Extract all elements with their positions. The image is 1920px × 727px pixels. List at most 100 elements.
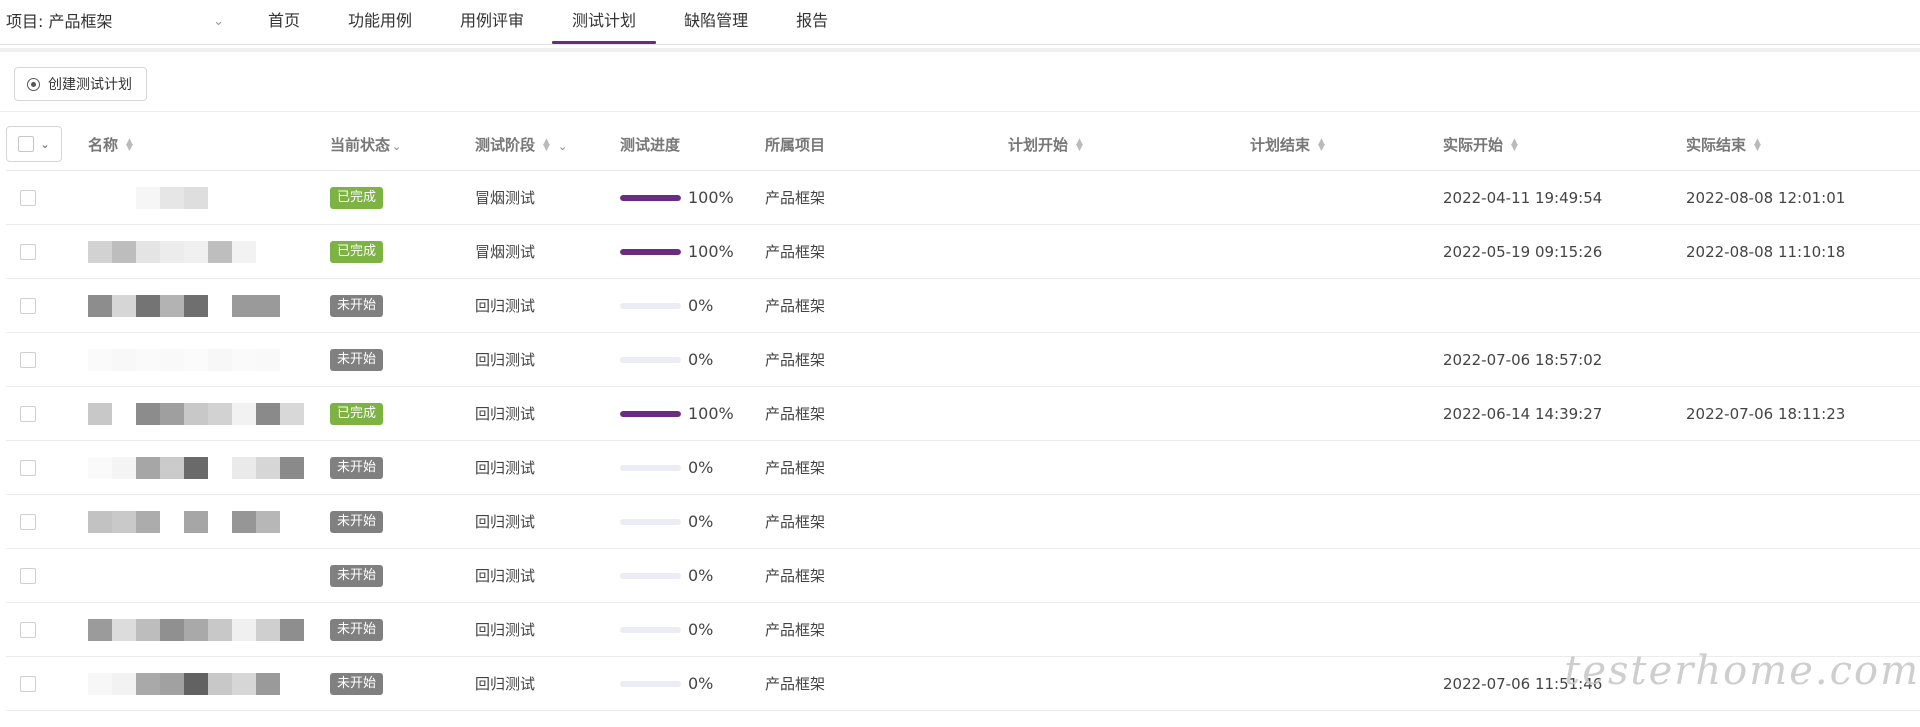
progress-text: 0% <box>688 458 714 477</box>
sort-icon[interactable]: ▲ ▼ <box>1076 138 1083 153</box>
row-checkbox[interactable] <box>20 459 36 476</box>
plan-name-cell[interactable] <box>88 602 330 657</box>
plan-name-cell[interactable] <box>88 656 330 711</box>
progress-cell: 0% <box>620 278 765 333</box>
column-header-actual-start[interactable]: 实际开始 ▲ ▼ <box>1443 118 1686 171</box>
progress-fill <box>620 194 681 201</box>
chevron-down-icon: ⌄ <box>213 14 224 29</box>
stage-cell: 回归测试 <box>475 602 620 657</box>
actual-end-cell <box>1686 548 1920 603</box>
row-select-cell <box>6 548 88 603</box>
row-select-cell <box>6 332 88 387</box>
row-checkbox[interactable] <box>20 351 36 368</box>
filter-dropdown-icon[interactable]: ⌄ <box>392 140 401 153</box>
plan-name-cell[interactable] <box>88 278 330 333</box>
row-select-cell <box>6 656 88 711</box>
row-select-cell <box>6 494 88 549</box>
plan-name-cell[interactable] <box>88 494 330 549</box>
progress-bar <box>620 464 681 471</box>
top-nav-bar: 项目: 产品框架 ⌄ 首页 功能用例 用例评审 测试计划 缺陷管理 报告 <box>0 0 1920 45</box>
status-cell: 未开始 <box>330 656 475 711</box>
status-cell: 未开始 <box>330 494 475 549</box>
status-cell: 已完成 <box>330 224 475 279</box>
table-row[interactable]: 已完成 回归测试 100% 产品框架 2022-06-14 14:39:27 2022-0… <box>6 386 1920 441</box>
progress-text: 100% <box>688 188 734 207</box>
tab-1[interactable]: 功能用例 <box>328 0 432 44</box>
plan-end-cell <box>1250 440 1443 495</box>
tab-0[interactable]: 首页 <box>248 0 320 44</box>
stage-cell: 回归测试 <box>475 440 620 495</box>
progress-fill <box>620 248 681 255</box>
status-badge: 未开始 <box>330 510 384 533</box>
row-checkbox[interactable] <box>20 243 36 260</box>
project-cell: 产品框架 <box>765 170 1008 225</box>
row-checkbox[interactable] <box>20 621 36 638</box>
plan-start-cell <box>1008 602 1250 657</box>
select-all-dropdown[interactable]: ⌄ <box>6 126 62 162</box>
tab-5[interactable]: 报告 <box>776 0 848 44</box>
progress-bar <box>620 302 681 309</box>
progress-bar <box>620 194 681 201</box>
sort-icon[interactable]: ▲ ▼ <box>1511 138 1518 153</box>
project-selector[interactable]: 项目: 产品框架 ⌄ <box>6 10 224 34</box>
select-all-checkbox[interactable] <box>18 136 35 152</box>
tab-3[interactable]: 测试计划 <box>552 0 657 44</box>
sort-icon[interactable]: ▲ ▼ <box>1754 138 1761 153</box>
row-checkbox[interactable] <box>20 297 36 314</box>
table-row[interactable]: 未开始 回归测试 0% 产品框架 <box>6 548 1920 603</box>
main-tabs: 首页 功能用例 用例评审 测试计划 缺陷管理 报告 <box>248 0 856 44</box>
sort-icon[interactable]: ▲ ▼ <box>543 138 550 153</box>
stage-cell: 回归测试 <box>475 386 620 441</box>
column-header-plan-start[interactable]: 计划开始 ▲ ▼ <box>1008 118 1250 171</box>
column-header-plan-end[interactable]: 计划结束 ▲ ▼ <box>1250 118 1443 171</box>
table-row[interactable]: 未开始 回归测试 0% 产品框架 <box>6 278 1920 333</box>
create-test-plan-button[interactable]: 创建测试计划 <box>14 67 147 101</box>
plan-name-cell[interactable] <box>88 332 330 387</box>
plan-name-cell[interactable] <box>88 440 330 495</box>
redacted-name <box>88 510 330 533</box>
plan-name-cell[interactable] <box>88 170 330 225</box>
actual-start-cell <box>1443 494 1686 549</box>
actual-end-cell: 2022-07-06 18:11:23 <box>1686 386 1920 441</box>
plan-name-cell[interactable] <box>88 224 330 279</box>
table-row[interactable]: 未开始 回归测试 0% 产品框架 <box>6 440 1920 495</box>
progress-bar <box>620 572 681 579</box>
progress-cell: 0% <box>620 494 765 549</box>
progress-bar <box>620 680 681 687</box>
column-header-actual-end[interactable]: 实际结束 ▲ ▼ <box>1686 118 1920 171</box>
table-row[interactable]: 未开始 回归测试 0% 产品框架 2022-07-06 18:57:02 <box>6 332 1920 387</box>
table-row[interactable]: 未开始 回归测试 0% 产品框架 <box>6 494 1920 549</box>
row-checkbox[interactable] <box>20 675 36 692</box>
status-cell: 未开始 <box>330 602 475 657</box>
row-checkbox[interactable] <box>20 567 36 584</box>
sort-icon[interactable]: ▲ ▼ <box>1318 138 1325 153</box>
plan-name-cell[interactable] <box>88 548 330 603</box>
tab-4[interactable]: 缺陷管理 <box>664 0 768 44</box>
actual-start-cell <box>1443 440 1686 495</box>
redacted-name <box>88 240 330 263</box>
row-select-cell <box>6 278 88 333</box>
row-checkbox[interactable] <box>20 513 36 530</box>
project-cell: 产品框架 <box>765 548 1008 603</box>
table-row[interactable]: 已完成 冒烟测试 100% 产品框架 2022-04-11 19:49:54 2022-0… <box>6 170 1920 225</box>
row-checkbox[interactable] <box>20 189 36 206</box>
actual-end-cell: 2022-08-08 12:01:01 <box>1686 170 1920 225</box>
column-header-name[interactable]: 名称 ▲ ▼ <box>88 118 330 171</box>
plan-name-cell[interactable] <box>88 386 330 441</box>
select-all-cell: ⌄ <box>6 118 88 171</box>
plan-start-cell <box>1008 440 1250 495</box>
column-header-status[interactable]: 当前状态 ⌄ <box>330 118 475 171</box>
filter-dropdown-icon[interactable]: ⌄ <box>558 140 567 153</box>
table-row[interactable]: 已完成 冒烟测试 100% 产品框架 2022-05-19 09:15:26 2022-0… <box>6 224 1920 279</box>
stage-cell: 冒烟测试 <box>475 224 620 279</box>
column-label: 实际开始 <box>1443 135 1504 154</box>
plan-start-cell <box>1008 656 1250 711</box>
status-badge: 未开始 <box>330 294 384 317</box>
column-header-project: 所属项目 <box>765 118 1008 171</box>
tab-2[interactable]: 用例评审 <box>440 0 544 44</box>
row-checkbox[interactable] <box>20 405 36 422</box>
plan-end-cell <box>1250 656 1443 711</box>
progress-cell: 0% <box>620 440 765 495</box>
column-header-stage[interactable]: 测试阶段 ▲ ▼ ⌄ <box>475 118 620 171</box>
sort-icon[interactable]: ▲ ▼ <box>126 138 133 153</box>
